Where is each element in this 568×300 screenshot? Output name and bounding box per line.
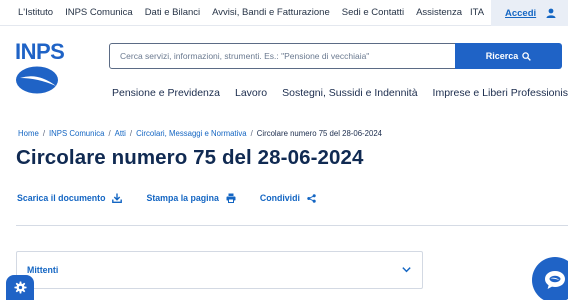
nav-sostegni-sussidi[interactable]: Sostegni, Sussidi e Indennità xyxy=(282,87,417,99)
breadcrumb-separator: / xyxy=(108,129,111,138)
user-icon xyxy=(546,8,556,18)
share-icon xyxy=(307,193,316,203)
utility-link-avvisi-bandi[interactable]: Avvisi, Bandi e Fatturazione xyxy=(212,7,330,18)
chat-assistant-button[interactable] xyxy=(532,257,568,300)
accessibility-settings-button[interactable] xyxy=(6,275,34,300)
search-button-label: Ricerca xyxy=(485,51,519,61)
nav-pensione-previdenza[interactable]: Pensione e Previdenza xyxy=(112,87,220,99)
download-document-button[interactable]: Scarica il documento xyxy=(17,193,123,203)
utility-link-inps-comunica[interactable]: INPS Comunica xyxy=(65,7,133,18)
utility-link-istituto[interactable]: L'Istituto xyxy=(18,7,53,18)
search-button[interactable]: Ricerca xyxy=(455,43,562,69)
top-utility-bar: L'Istituto INPS Comunica Dati e Bilanci … xyxy=(0,0,568,26)
inps-logo[interactable]: INPS xyxy=(14,38,66,98)
breadcrumb-circolari[interactable]: Circolari, Messaggi e Normativa xyxy=(136,129,247,138)
search-input[interactable]: Cerca servizi, informazioni, strumenti. … xyxy=(109,43,456,69)
breadcrumb: Home / INPS Comunica / Atti / Circolari,… xyxy=(18,129,382,138)
page-actions: Scarica il documento Stampa la pagina Co… xyxy=(17,193,316,203)
language-selector[interactable]: ITA xyxy=(470,7,484,18)
main-navigation: Pensione e Previdenza Lavoro Sostegni, S… xyxy=(112,87,568,99)
share-button[interactable]: Condividi xyxy=(260,193,316,203)
download-icon xyxy=(112,193,123,203)
breadcrumb-separator: / xyxy=(250,129,253,138)
utility-link-sedi-contatti[interactable]: Sedi e Contatti xyxy=(342,7,404,18)
print-page-button[interactable]: Stampa la pagina xyxy=(146,193,236,203)
breadcrumb-separator: / xyxy=(129,129,133,138)
mittenti-accordion[interactable]: Mittenti xyxy=(16,251,423,289)
logo-text: INPS xyxy=(15,39,64,64)
chevron-down-icon xyxy=(402,267,411,273)
content-divider xyxy=(16,225,568,226)
print-label: Stampa la pagina xyxy=(146,193,219,203)
chat-bubble-icon xyxy=(545,271,565,289)
breadcrumb-atti[interactable]: Atti xyxy=(115,129,126,138)
breadcrumb-home[interactable]: Home xyxy=(18,129,39,138)
breadcrumb-inps-comunica[interactable]: INPS Comunica xyxy=(49,129,104,138)
search-placeholder: Cerca servizi, informazioni, strumenti. … xyxy=(120,51,370,61)
nav-imprese-professionisti[interactable]: Imprese e Liberi Professionisti xyxy=(433,87,568,99)
share-label: Condividi xyxy=(259,193,300,203)
utility-link-assistenza[interactable]: Assistenza xyxy=(416,7,462,18)
gear-icon xyxy=(13,281,27,294)
utility-link-dati-bilanci[interactable]: Dati e Bilanci xyxy=(145,7,200,18)
download-label: Scarica il documento xyxy=(17,193,106,203)
search-icon xyxy=(522,51,532,61)
breadcrumb-separator: / xyxy=(42,129,45,138)
printer-icon xyxy=(226,193,236,203)
breadcrumb-current: Circolare numero 75 del 28-06-2024 xyxy=(256,129,382,138)
nav-lavoro[interactable]: Lavoro xyxy=(235,87,267,99)
login-label: Accedi xyxy=(505,7,537,19)
login-button[interactable]: Accedi xyxy=(491,0,568,26)
utility-links: L'Istituto INPS Comunica Dati e Bilanci … xyxy=(18,7,462,18)
page-title: Circolare numero 75 del 28-06-2024 xyxy=(16,146,364,169)
accordion-label: Mittenti xyxy=(27,265,59,275)
